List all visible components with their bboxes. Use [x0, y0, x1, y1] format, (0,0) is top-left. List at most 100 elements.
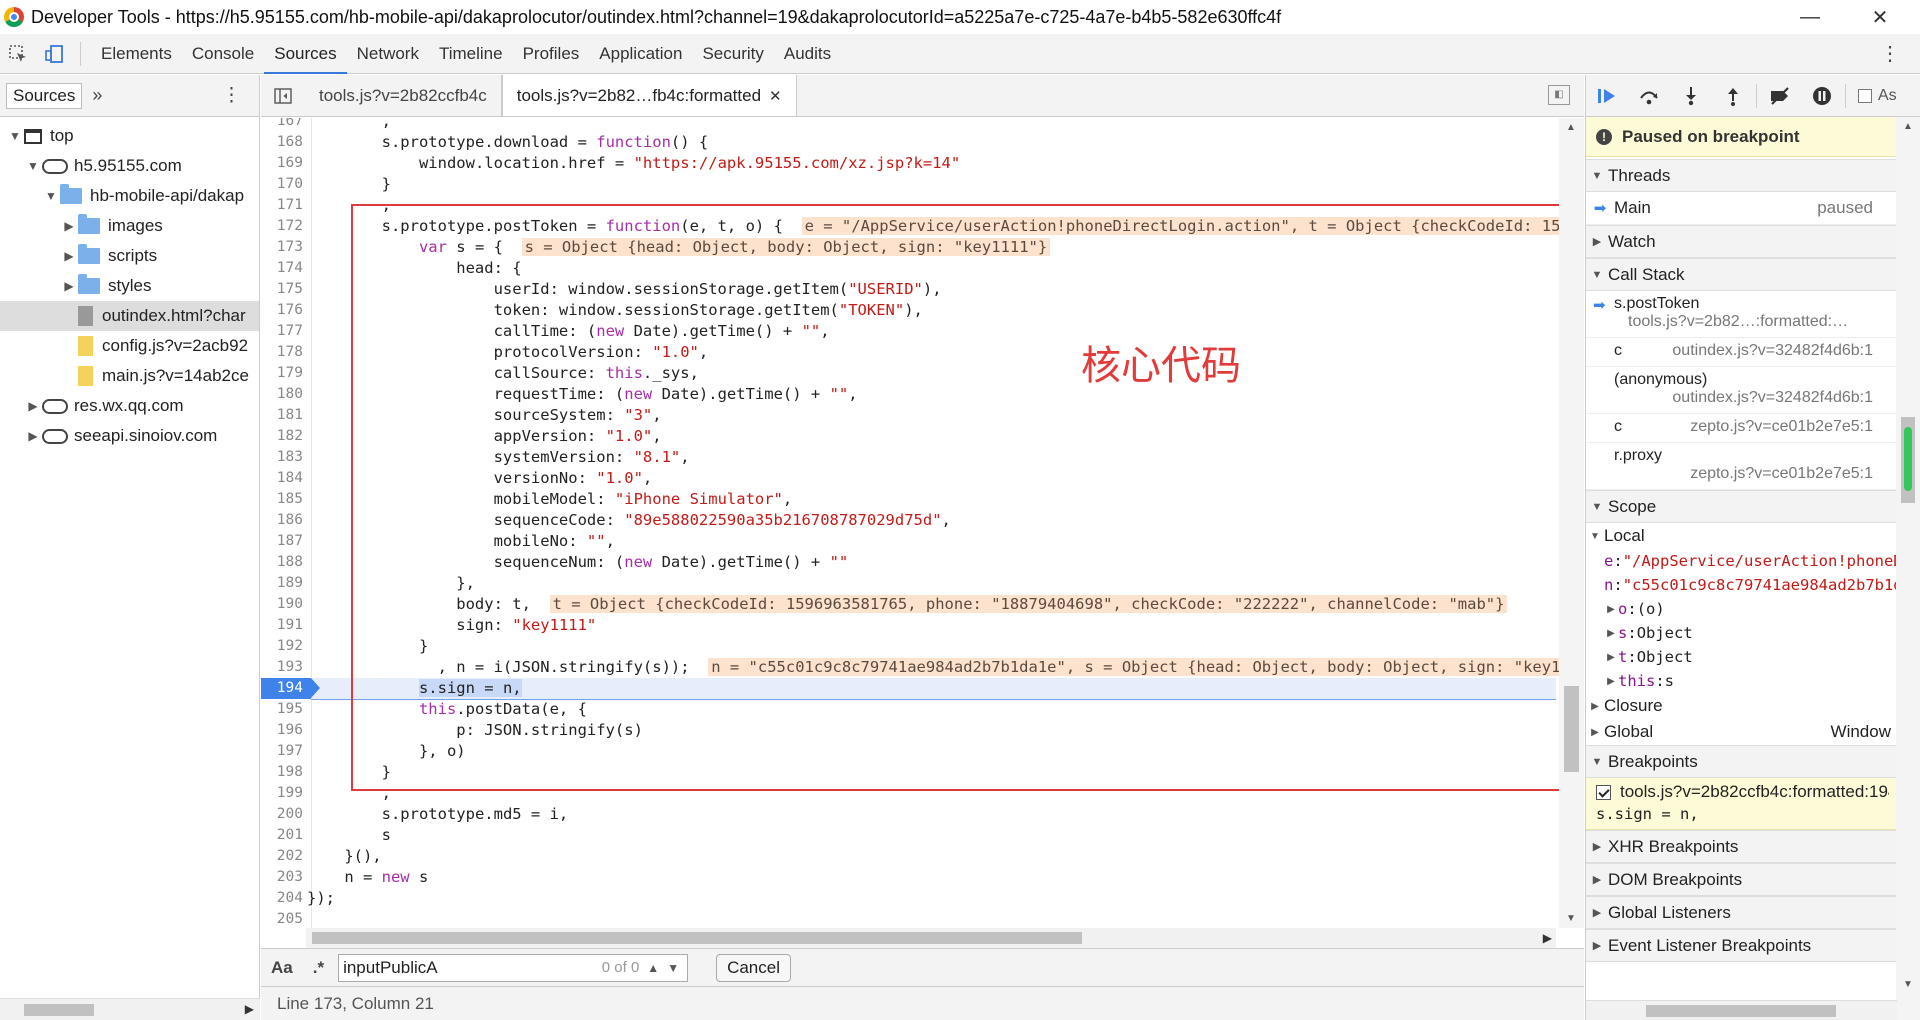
- search-input[interactable]: [343, 957, 554, 978]
- tab-application[interactable]: Application: [589, 34, 692, 74]
- match-case-toggle[interactable]: Aa: [271, 958, 293, 978]
- line-number[interactable]: 198: [261, 762, 303, 783]
- scope-variable[interactable]: n: "c55c01c9c8c79741ae984ad2b7b1da1e": [1586, 573, 1897, 597]
- tree-node[interactable]: ▶ images: [0, 211, 259, 241]
- line-number[interactable]: 202: [261, 846, 303, 867]
- section-call-stack[interactable]: ▼ Call Stack: [1586, 258, 1897, 291]
- tab-elements[interactable]: Elements: [91, 34, 182, 74]
- navigator-horizontal-scrollbar[interactable]: ▶: [0, 998, 260, 1020]
- line-number[interactable]: 199: [261, 783, 303, 804]
- line-number[interactable]: 196: [261, 720, 303, 741]
- code-line[interactable]: 201 s: [261, 825, 1556, 846]
- tab-audits[interactable]: Audits: [774, 34, 841, 74]
- expand-arrow-icon[interactable]: ▼: [6, 129, 24, 143]
- breakpoint-checkbox[interactable]: [1596, 784, 1611, 800]
- scroll-right-arrow-icon[interactable]: ▶: [245, 1002, 254, 1016]
- toggle-debugger-sidebar-button[interactable]: ◧: [1548, 85, 1570, 105]
- line-number[interactable]: 185: [261, 489, 303, 510]
- code-line[interactable]: 169 window.location.href = "https://apk.9…: [261, 153, 1556, 174]
- call-frame[interactable]: ➡ s.postToken tools.js?v=2b82…:formatted:…: [1586, 291, 1897, 338]
- scope-global-header[interactable]: ▶ Global Window: [1586, 719, 1897, 745]
- collapse-arrow-icon[interactable]: ▶: [60, 279, 78, 293]
- line-number[interactable]: 204: [261, 888, 303, 909]
- tree-node[interactable]: main.js?v=14ab2ce: [0, 361, 259, 391]
- device-toolbar-button[interactable]: [36, 34, 72, 74]
- scroll-up-arrow-icon[interactable]: ▲: [1903, 121, 1913, 132]
- collapse-arrow-icon[interactable]: ▶: [24, 429, 42, 443]
- tree-node[interactable]: ▶ scripts: [0, 241, 259, 271]
- code-line[interactable]: 203 n = new s: [261, 867, 1556, 888]
- line-number[interactable]: 177: [261, 321, 303, 342]
- step-over-button[interactable]: [1628, 75, 1670, 117]
- scrollbar-thumb[interactable]: [1646, 1005, 1836, 1017]
- call-frame[interactable]: c zepto.js?v=ce01b2e7e5:1: [1586, 414, 1897, 443]
- inspect-element-button[interactable]: [0, 34, 36, 74]
- code-area[interactable]: 167, 168 s.prototype.download = function()…: [261, 118, 1584, 928]
- scope-local-header[interactable]: ▼ Local: [1586, 523, 1897, 549]
- line-number[interactable]: 176: [261, 300, 303, 321]
- line-number[interactable]: 170: [261, 174, 303, 195]
- line-number[interactable]: 201: [261, 825, 303, 846]
- scroll-down-arrow-icon[interactable]: ▼: [1566, 913, 1576, 924]
- scope-variable[interactable]: e: "/AppService/userAction!phoneDirectLo…: [1586, 549, 1897, 573]
- thread-main[interactable]: ➡ Main paused: [1586, 192, 1897, 225]
- call-frame[interactable]: r.proxy zepto.js?v=ce01b2e7e5:1: [1586, 443, 1897, 490]
- section-global-listeners[interactable]: ▶ Global Listeners: [1586, 896, 1897, 929]
- line-number[interactable]: 193: [261, 657, 303, 678]
- breakpoint-item[interactable]: tools.js?v=2b82ccfb4c:formatted:194 s.si…: [1586, 778, 1897, 830]
- line-number[interactable]: 184: [261, 468, 303, 489]
- tree-node[interactable]: ▼ top: [0, 121, 259, 151]
- previous-match-icon[interactable]: ▲: [647, 961, 659, 975]
- scroll-right-arrow-icon[interactable]: ▶: [1543, 931, 1552, 945]
- regex-toggle[interactable]: .*: [313, 958, 324, 978]
- call-frame[interactable]: c outindex.js?v=32482f4d6b:1: [1586, 338, 1897, 367]
- scroll-up-arrow-icon[interactable]: ▲: [1566, 122, 1576, 133]
- minimize-button[interactable]: —: [1780, 0, 1840, 34]
- scope-closure-header[interactable]: ▶ Closure: [1586, 693, 1897, 719]
- tree-node[interactable]: ▶ seeapi.sinoiov.com: [0, 421, 259, 451]
- line-number[interactable]: 191: [261, 615, 303, 636]
- next-match-icon[interactable]: ▼: [667, 961, 679, 975]
- line-number[interactable]: 181: [261, 405, 303, 426]
- tree-node[interactable]: ▼ hb-mobile-api/dakap: [0, 181, 259, 211]
- expand-arrow-icon[interactable]: ▼: [24, 159, 42, 173]
- step-out-button[interactable]: [1712, 75, 1754, 117]
- call-frame[interactable]: (anonymous) outindex.js?v=32482f4d6b:1: [1586, 367, 1897, 414]
- code-line[interactable]: 170}: [261, 174, 1556, 195]
- expand-arrow-icon[interactable]: ▶: [1604, 652, 1618, 663]
- navigator-menu-button[interactable]: ⋮: [222, 84, 241, 107]
- tab-timeline[interactable]: Timeline: [429, 34, 513, 74]
- tab-console[interactable]: Console: [182, 34, 264, 74]
- tab-sources[interactable]: Sources: [264, 34, 347, 74]
- line-number[interactable]: 175: [261, 279, 303, 300]
- line-number[interactable]: 167: [261, 118, 303, 132]
- line-number[interactable]: 188: [261, 552, 303, 573]
- sidebar-vertical-scrollbar[interactable]: ▲ ▼: [1896, 117, 1920, 1020]
- code-line[interactable]: 167,: [261, 118, 1556, 132]
- editor-horizontal-scrollbar[interactable]: ▶: [306, 928, 1556, 948]
- tab-security[interactable]: Security: [692, 34, 773, 74]
- code-line[interactable]: 168 s.prototype.download = function() {: [261, 132, 1556, 153]
- sidebar-horizontal-scrollbar[interactable]: [1586, 1000, 1897, 1020]
- line-number[interactable]: 179: [261, 363, 303, 384]
- collapse-arrow-icon[interactable]: ▶: [24, 399, 42, 413]
- line-number[interactable]: 183: [261, 447, 303, 468]
- line-number[interactable]: 205: [261, 909, 303, 928]
- editor-tab-tools-js[interactable]: tools.js?v=2b82ccfb4c: [305, 75, 502, 116]
- line-number[interactable]: 195: [261, 699, 303, 720]
- breakpoint-line-number[interactable]: 194: [261, 678, 320, 699]
- line-number[interactable]: 186: [261, 510, 303, 531]
- expand-arrow-icon[interactable]: ▶: [1604, 676, 1618, 687]
- line-number[interactable]: 200: [261, 804, 303, 825]
- devtools-menu-button[interactable]: ⋮: [1880, 34, 1900, 74]
- editor-tab-tools-js-formatted[interactable]: tools.js?v=2b82…fb4c:formatted ✕: [501, 75, 797, 116]
- line-number[interactable]: 178: [261, 342, 303, 363]
- code-line[interactable]: 202}(),: [261, 846, 1556, 867]
- tree-node[interactable]: config.js?v=2acb92: [0, 331, 259, 361]
- scope-variable[interactable]: ▶ s: Object: [1586, 621, 1897, 645]
- deactivate-breakpoints-button[interactable]: [1759, 75, 1801, 117]
- more-tabs-button[interactable]: »: [92, 85, 102, 106]
- line-number[interactable]: 182: [261, 426, 303, 447]
- line-number[interactable]: 168: [261, 132, 303, 153]
- scrollbar-thumb[interactable]: [312, 932, 1082, 944]
